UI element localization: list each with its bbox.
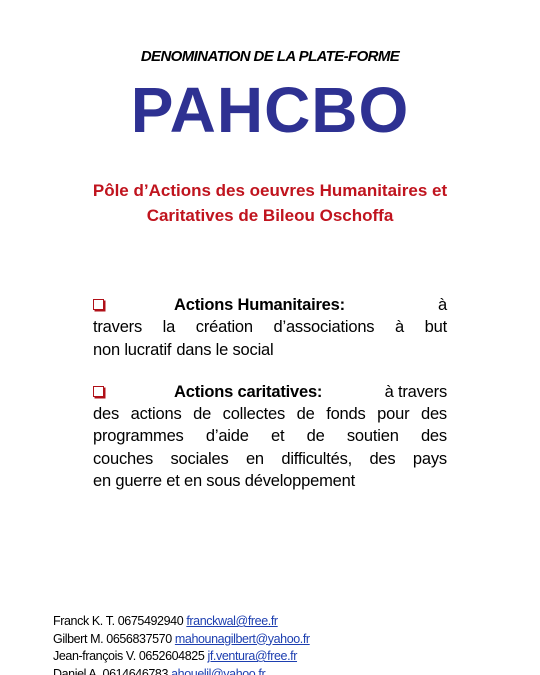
action-word: à	[395, 318, 404, 337]
action-word: actions	[130, 405, 182, 424]
document-page: DENOMINATION DE LA PLATE-FORME PAHCBO Pô…	[0, 0, 540, 675]
action-word: but	[424, 318, 448, 337]
brand-title: PAHCBO	[130, 74, 410, 146]
contact-email-link[interactable]: mahounagilbert@yahoo.fr	[175, 632, 310, 646]
action-text: à	[438, 296, 447, 314]
contact-phone: 0656837570	[106, 631, 172, 646]
action-title: Actions caritatives:	[174, 382, 323, 401]
contact-name: Franck K. T.	[53, 614, 115, 628]
subtitle-line-1: Pôle d’Actions des oeuvres Humanitaires …	[92, 181, 448, 200]
action-word: de	[193, 405, 212, 424]
contact-row: Daniel A. 0614646783 ahouelil@yahoo.fr	[53, 666, 310, 675]
action-word: de	[306, 427, 325, 446]
action-title: Actions Humanitaires:	[174, 296, 345, 314]
checkbox-bullet-icon	[93, 299, 104, 310]
contact-name: Gilbert M.	[53, 631, 104, 646]
action-word: non lucratif	[93, 340, 172, 359]
action-word: sociales	[170, 449, 229, 468]
contact-name: Daniel A.	[53, 666, 100, 675]
contacts-list: Franck K. T. 0675492940 franckwal@free.f…	[53, 613, 310, 675]
contact-name: Jean-françois V.	[53, 649, 136, 663]
action-word: des	[93, 405, 120, 424]
contact-row: Jean-françois V. 0652604825 jf.ventura@f…	[53, 648, 310, 666]
action-word: couches	[93, 449, 154, 468]
action-word: en	[245, 449, 264, 468]
platform-name-heading: DENOMINATION DE LA PLATE-FORME	[140, 48, 400, 65]
action-word: de	[296, 405, 315, 424]
action-text: à travers	[384, 382, 448, 401]
contact-email-link[interactable]: franckwal@free.fr	[186, 614, 278, 628]
contact-phone: 0652604825	[138, 649, 205, 663]
contact-row: Franck K. T. 0675492940 franckwal@free.f…	[53, 613, 310, 631]
contact-phone: 0614646783	[102, 666, 169, 675]
action-word: d’aide	[205, 427, 249, 446]
action-word: difficultés,	[281, 449, 353, 468]
contact-email-link[interactable]: ahouelil@yahoo.fr	[171, 667, 266, 675]
action-word: travers	[93, 318, 143, 337]
subtitle-line-2: Caritatives de Bileou Oschoffa	[146, 206, 394, 225]
action-word: création	[195, 318, 253, 337]
contact-email-link[interactable]: jf.ventura@free.fr	[207, 649, 297, 663]
action-word: en guerre et en sous développement	[93, 472, 355, 491]
action-word: pays	[412, 449, 447, 468]
contact-row: Gilbert M. 0656837570 mahounagilbert@yah…	[53, 631, 310, 649]
action-item-charitable: Actions caritatives: à travers des actio…	[93, 381, 447, 492]
action-word: d’associations	[273, 318, 375, 337]
checkbox-bullet-icon	[93, 385, 104, 397]
action-word: des	[420, 427, 447, 446]
action-word: des	[420, 405, 447, 424]
action-word: fonds	[326, 405, 366, 424]
subtitle: Pôle d’Actions des oeuvres Humanitaires …	[40, 178, 500, 228]
contact-phone: 0675492940	[117, 614, 184, 628]
action-word: soutien	[346, 427, 399, 446]
action-word: des	[369, 449, 396, 468]
actions-list: Actions Humanitaires: à travers la créat…	[93, 294, 447, 512]
action-word: la	[162, 318, 176, 337]
action-item-humanitarian: Actions Humanitaires: à travers la créat…	[93, 294, 447, 361]
action-word: et	[271, 427, 285, 446]
action-word: collectes	[222, 405, 286, 424]
action-word: programmes	[93, 427, 184, 446]
action-word: pour	[377, 405, 410, 424]
action-word: dans le social	[176, 340, 274, 359]
